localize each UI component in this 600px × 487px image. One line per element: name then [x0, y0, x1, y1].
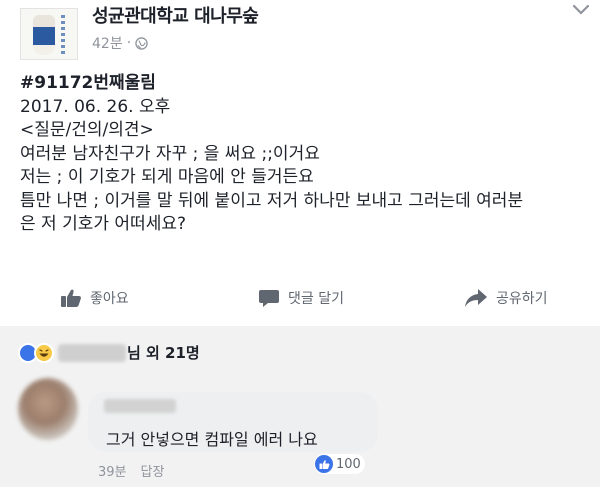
post-body: #91172번째울림 2017. 06. 26. 오후 <질문/건의/의견> 여… — [20, 72, 590, 237]
post-meta: 42분 · — [92, 33, 148, 53]
post-text-line: 은 저 기호가 어떠세요? — [20, 214, 186, 234]
comment-text: 그거 안넣으면 컴파일 에러 나요 — [106, 430, 318, 449]
chevron-down-icon[interactable] — [570, 2, 592, 18]
post-timestamp[interactable]: 42분 — [92, 33, 123, 53]
post-text-line: 틈만 나면 ; 이거를 말 뒤에 붙이고 저거 하나만 보내고 그러는데 여러분 — [20, 190, 524, 211]
thumbs-up-icon — [315, 455, 333, 473]
comment-timestamp[interactable]: 39분 — [98, 461, 127, 480]
share-arrow-icon — [465, 289, 487, 307]
page-avatar[interactable] — [20, 8, 78, 60]
avatar-figure-illustration — [33, 15, 55, 55]
comment-meta: 39분 답장 — [98, 461, 164, 480]
like-button[interactable]: 좋아요 — [60, 282, 129, 314]
meta-separator: · — [126, 35, 132, 51]
thumbs-up-icon — [61, 289, 81, 307]
post-text-line: 여러분 남자친구가 자꾸 ; 을 써요 ;;이거요 — [20, 143, 320, 164]
haha-reaction-icon — [34, 343, 54, 363]
haha-face-icon — [39, 349, 49, 357]
page-name-link[interactable]: 성균관대학교 대나무숲 — [92, 2, 259, 28]
comment-button[interactable]: 댓글 달기 — [258, 282, 344, 314]
post-hashtag[interactable]: #91172번째울림 — [20, 72, 590, 96]
like-label: 좋아요 — [90, 291, 129, 307]
share-label: 공유하기 — [496, 291, 548, 307]
blurred-reactor-name — [58, 344, 126, 362]
post-date-line: 2017. 06. 26. 오후 — [20, 96, 171, 117]
post-category-line: <질문/건의/의견> — [20, 120, 154, 140]
comment-label: 댓글 달기 — [288, 291, 344, 307]
share-button[interactable]: 공유하기 — [464, 282, 548, 314]
reply-link[interactable]: 답장 — [141, 461, 165, 480]
comment-reaction-count[interactable]: 100 — [314, 454, 365, 474]
post-action-bar: 좋아요 댓글 달기 공유하기 — [0, 282, 600, 314]
blurred-commenter-name[interactable] — [104, 399, 176, 413]
speech-bubble-icon — [259, 290, 279, 307]
commenter-avatar[interactable] — [18, 378, 78, 440]
avatar-vertical-text — [61, 15, 65, 55]
globe-icon — [135, 36, 148, 50]
post-card: 성균관대학교 대나무숲 42분 · #91172번째울림 2017. 06. 2… — [0, 0, 600, 326]
reaction-summary[interactable]: 님 외 21명 — [127, 342, 200, 363]
comment-like-count: 100 — [336, 456, 361, 472]
post-text-line: 저는 ; 이 기호가 되게 마음에 안 들거든요 — [20, 167, 314, 187]
